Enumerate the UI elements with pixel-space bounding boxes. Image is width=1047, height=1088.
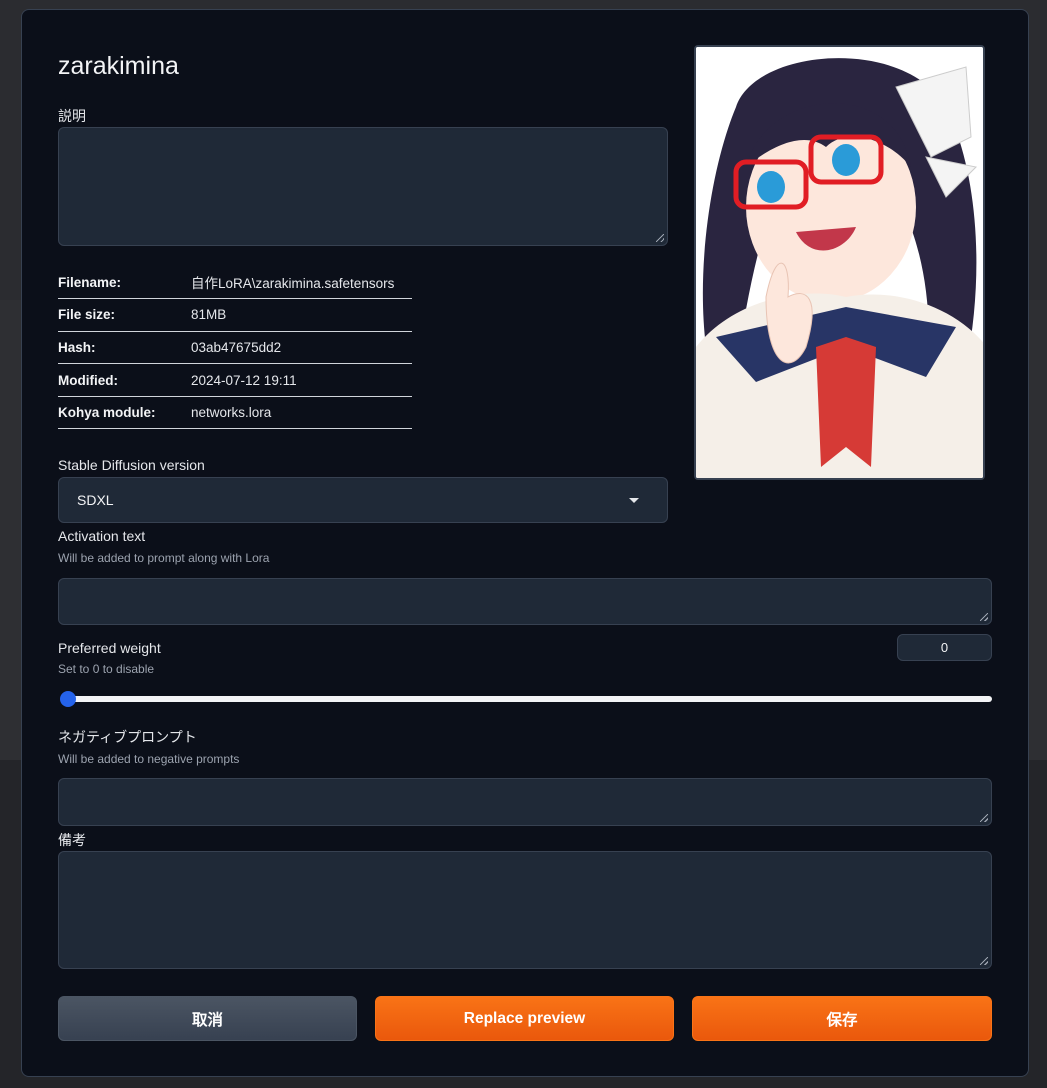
info-key: Modified: <box>58 363 191 397</box>
description-label: 説明 <box>58 108 86 124</box>
resize-handle-icon[interactable] <box>980 814 988 822</box>
preferred-weight-hint: Set to 0 to disable <box>58 662 155 676</box>
negative-prompt-label: ネガティブプロンプト <box>58 729 197 745</box>
info-value: 81MB <box>191 298 412 332</box>
preferred-weight-slider[interactable] <box>66 696 992 702</box>
info-value: 03ab47675dd2 <box>191 331 412 365</box>
preferred-weight-input[interactable]: 0 <box>897 634 992 661</box>
info-value: 2024-07-12 19:11 <box>191 363 412 397</box>
dialog-title: zarakimina <box>58 52 179 80</box>
info-key: Kohya module: <box>58 396 191 430</box>
replace-preview-button[interactable]: Replace preview <box>375 996 674 1041</box>
chevron-down-icon <box>629 498 639 503</box>
save-button[interactable]: 保存 <box>692 996 992 1041</box>
table-row: Hash: 03ab47675dd2 <box>58 331 412 365</box>
preview-image <box>694 45 985 480</box>
cancel-button[interactable]: 取消 <box>58 996 357 1041</box>
activation-text-label: Activation text <box>58 528 146 544</box>
anime-girl-illustration <box>696 47 983 478</box>
activation-text-textarea[interactable] <box>58 578 992 625</box>
negative-prompt-textarea[interactable] <box>58 778 992 826</box>
lora-edit-dialog: zarakimina 説明 Filename: 自作LoRA\zarakimin… <box>21 9 1029 1077</box>
file-info-table: Filename: 自作LoRA\zarakimina.safetensors … <box>58 266 412 430</box>
table-row: Modified: 2024-07-12 19:11 <box>58 363 412 397</box>
slider-thumb[interactable] <box>60 691 76 707</box>
resize-handle-icon[interactable] <box>980 613 988 621</box>
info-value: 自作LoRA\zarakimina.safetensors <box>191 266 412 300</box>
table-row: Filename: 自作LoRA\zarakimina.safetensors <box>58 266 412 300</box>
activation-text-hint: Will be added to prompt along with Lora <box>58 551 270 565</box>
sd-version-value: SDXL <box>77 492 114 508</box>
preferred-weight-label: Preferred weight <box>58 640 161 656</box>
resize-handle-icon[interactable] <box>980 957 988 965</box>
sd-version-label: Stable Diffusion version <box>58 457 205 473</box>
notes-label: 備考 <box>58 832 86 848</box>
negative-prompt-hint: Will be added to negative prompts <box>58 752 240 766</box>
info-key: File size: <box>58 298 191 332</box>
sd-version-select[interactable]: SDXL <box>58 477 668 523</box>
table-row: File size: 81MB <box>58 298 412 332</box>
info-key: Hash: <box>58 331 191 365</box>
notes-textarea[interactable] <box>58 851 992 969</box>
table-row: Kohya module: networks.lora <box>58 396 412 430</box>
info-value: networks.lora <box>191 396 412 430</box>
resize-handle-icon[interactable] <box>656 234 664 242</box>
description-textarea[interactable] <box>58 127 668 246</box>
info-key: Filename: <box>58 266 191 300</box>
